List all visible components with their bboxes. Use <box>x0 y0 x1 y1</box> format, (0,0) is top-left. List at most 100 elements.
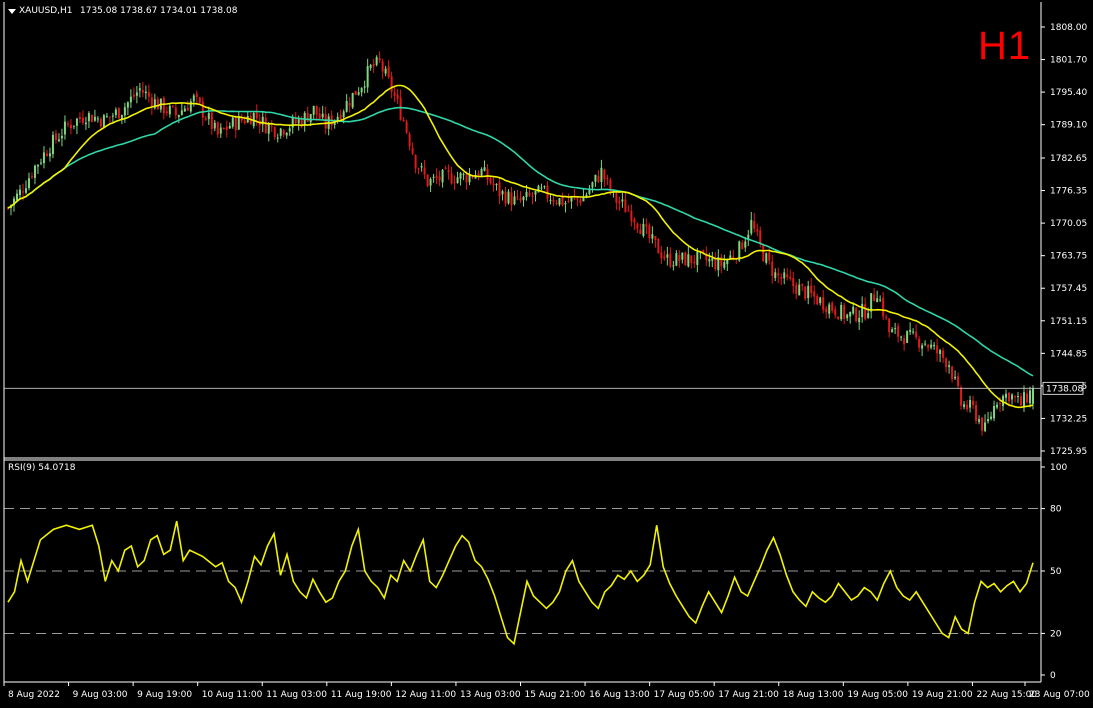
candle-body <box>855 308 858 322</box>
candle-body <box>525 191 528 198</box>
candle-body <box>57 139 60 142</box>
candle-body <box>255 112 258 119</box>
candle-body <box>342 111 345 118</box>
candle-body <box>177 115 180 118</box>
candle-body <box>951 366 954 380</box>
candle-body <box>876 298 879 303</box>
time-tick-label: 18 Aug 13:00 <box>783 690 844 700</box>
candle-body <box>906 331 909 343</box>
candle-body <box>366 66 369 88</box>
time-tick-label: 11 Aug 19:00 <box>331 690 392 700</box>
candle-body <box>873 294 876 301</box>
candle-body <box>129 96 132 103</box>
candle-body <box>354 90 357 95</box>
candle-body <box>903 338 906 345</box>
candle-body <box>141 90 144 93</box>
candle-body <box>858 318 861 323</box>
candle-body <box>318 113 321 119</box>
candle-body <box>687 254 690 267</box>
candle-body <box>708 259 711 262</box>
candle-body <box>186 107 189 111</box>
candle-body <box>453 182 456 184</box>
candle-body <box>969 399 972 408</box>
candle-body <box>447 169 450 173</box>
candle-body <box>987 419 990 422</box>
candle-body <box>714 258 717 270</box>
time-tick-label: 17 Aug 05:00 <box>654 690 715 700</box>
candle-body <box>918 338 921 348</box>
candle-body <box>36 164 39 167</box>
candle-body <box>1032 388 1034 404</box>
candle-body <box>915 331 918 338</box>
time-tick-label: 9 Aug 03:00 <box>73 690 128 700</box>
candle-body <box>294 118 297 124</box>
time-tick-label: 17 Aug 21:00 <box>718 690 779 700</box>
candle-body <box>24 188 27 193</box>
candle-body <box>480 169 483 176</box>
candle-body <box>285 132 288 136</box>
candle-body <box>555 202 558 204</box>
candle-body <box>564 203 567 205</box>
candle-body <box>753 221 756 229</box>
candle-body <box>237 116 240 130</box>
candle-body <box>228 126 231 129</box>
candle-body <box>924 343 927 345</box>
candle-body <box>789 276 792 279</box>
candle-body <box>870 293 873 312</box>
candle-body <box>267 124 270 134</box>
candle-body <box>513 196 516 205</box>
candle-body <box>375 57 378 65</box>
candle-body <box>414 155 417 169</box>
candle-body <box>183 108 186 112</box>
candle-body <box>552 199 555 202</box>
candle-body <box>27 178 30 189</box>
candle-body <box>777 273 780 276</box>
candle-body <box>837 316 840 320</box>
candle-body <box>867 313 870 318</box>
candle-body <box>315 105 318 115</box>
candle-body <box>798 284 801 296</box>
candle-body <box>750 219 753 234</box>
candle-body <box>516 196 519 198</box>
time-tick-label: 19 Aug 21:00 <box>912 690 973 700</box>
candle-body <box>384 68 387 74</box>
price-tick-label: 1782.65 <box>1050 154 1087 164</box>
price-tick-label: 1808.00 <box>1050 23 1087 33</box>
candle-body <box>567 201 570 203</box>
candle-body <box>879 299 882 301</box>
rsi-tick-label: 0 <box>1050 671 1056 681</box>
candle-body <box>972 400 975 405</box>
candle-body <box>264 117 267 134</box>
candle-body <box>684 252 687 266</box>
candle-body <box>723 262 726 268</box>
candle-body <box>312 105 315 115</box>
candle-body <box>216 122 219 135</box>
time-tick-label: 13 Aug 03:00 <box>460 690 521 700</box>
candle-body <box>90 114 93 123</box>
candle-body <box>648 225 651 239</box>
candle-body <box>309 113 312 123</box>
candle-body <box>834 309 837 316</box>
candle-body <box>1020 396 1023 406</box>
candle-body <box>771 261 774 276</box>
candle-body <box>816 295 819 305</box>
candle-body <box>921 345 924 349</box>
candle-body <box>618 201 621 204</box>
candle-body <box>75 118 78 126</box>
candle-body <box>861 304 864 318</box>
candle-body <box>201 101 204 118</box>
candle-body <box>711 258 714 261</box>
candle-body <box>81 117 84 123</box>
candle-body <box>459 173 462 179</box>
candle-body <box>663 256 666 259</box>
candle-body <box>909 329 912 332</box>
candle-body <box>945 358 948 368</box>
candle-body <box>96 118 99 120</box>
candle-body <box>780 277 783 279</box>
candle-body <box>429 178 432 186</box>
candle-body <box>993 406 996 419</box>
candle-body <box>150 97 153 107</box>
chart-svg[interactable]: 1808.00 1801.70 1795.40 1789.10 1782.65 1776.… <box>0 0 1093 708</box>
candle-body <box>270 125 273 127</box>
candle-body <box>813 291 816 297</box>
